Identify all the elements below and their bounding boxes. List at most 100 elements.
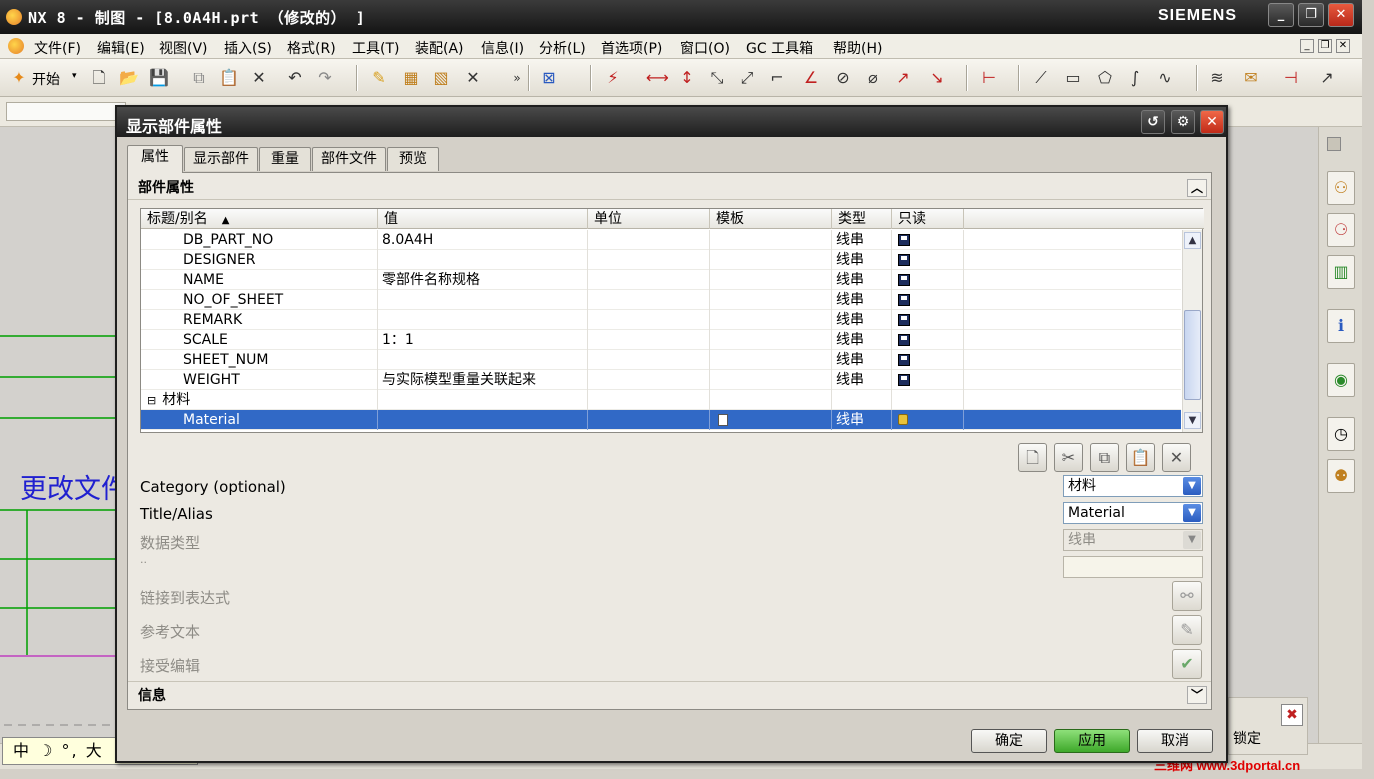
scroll-down-icon[interactable]: ▼ xyxy=(1184,412,1201,429)
table-row[interactable]: NO_OF_SHEET 线串 xyxy=(141,290,1181,310)
menu-analysis[interactable]: 分析(L) xyxy=(539,38,586,58)
col-readonly[interactable]: 只读 xyxy=(892,209,964,229)
new-attribute-button[interactable]: 🗋 xyxy=(1018,443,1047,472)
doc-close-icon[interactable]: ✕ xyxy=(1336,39,1350,53)
leader-icon[interactable]: ↗ xyxy=(1316,67,1338,89)
undo-icon[interactable]: ↶ xyxy=(284,67,306,89)
menu-format[interactable]: 格式(R) xyxy=(287,38,336,58)
link-expression-icon[interactable]: ⚯ xyxy=(1172,581,1202,611)
assembly-navigator-icon[interactable]: ⚇ xyxy=(1327,171,1355,205)
part-attributes-header[interactable]: 部件属性 ︿ xyxy=(128,176,1211,200)
reuse-library-icon[interactable]: ▥ xyxy=(1327,255,1355,289)
redo-icon[interactable]: ↷ xyxy=(314,67,336,89)
new-file-icon[interactable]: 🗋 xyxy=(88,67,110,89)
menu-edit[interactable]: 编辑(E) xyxy=(97,38,145,58)
radius-dim-icon[interactable]: ↗ xyxy=(892,67,914,89)
polygon-icon[interactable]: ⬠ xyxy=(1094,67,1116,89)
table-row[interactable]: SCALE 1：1 线串 xyxy=(141,330,1181,350)
horizontal-dim-icon[interactable]: ⟷ xyxy=(646,67,669,89)
minimize-button[interactable]: _ xyxy=(1268,3,1294,27)
rectangle-icon[interactable]: ▭ xyxy=(1062,67,1084,89)
tab-part-file[interactable]: 部件文件 xyxy=(312,147,386,171)
menu-file[interactable]: 文件(F) xyxy=(34,38,81,58)
spline-icon[interactable]: ∫ xyxy=(1124,67,1146,89)
cut-button[interactable]: ✂ xyxy=(1054,443,1083,472)
vertical-dim-icon[interactable]: ↕ xyxy=(676,67,698,89)
dimension-auto-icon[interactable]: ⚡ xyxy=(602,67,624,89)
copy-icon[interactable]: ⧉ xyxy=(188,67,210,89)
table-scrollbar[interactable]: ▲ ▼ xyxy=(1182,230,1202,432)
paste-icon[interactable]: 📋 xyxy=(218,67,240,89)
menu-insert[interactable]: 插入(S) xyxy=(224,38,272,58)
chevron-down-icon[interactable]: ▼ xyxy=(1183,504,1201,522)
category-select[interactable]: 材料 ▼ xyxy=(1063,475,1203,497)
menu-preferences[interactable]: 首选项(P) xyxy=(601,38,662,58)
doc-minimize-icon[interactable]: _ xyxy=(1300,39,1314,53)
col-type[interactable]: 类型 xyxy=(832,209,892,229)
delete-icon[interactable]: ✕ xyxy=(248,67,270,89)
cylinder-dim-icon[interactable]: ⊘ xyxy=(832,67,854,89)
menu-gc-toolbox[interactable]: GC 工具箱 xyxy=(746,38,813,58)
col-value[interactable]: 值 xyxy=(378,209,588,229)
info-section-header[interactable]: 信息 ﹀ xyxy=(128,681,1211,709)
chevron-down-icon[interactable]: ▼ xyxy=(1183,531,1201,549)
menu-tools[interactable]: 工具(T) xyxy=(352,38,399,58)
expand-down-icon[interactable]: ﹀ xyxy=(1187,686,1207,704)
col-unit[interactable]: 单位 xyxy=(588,209,710,229)
start-button[interactable]: 开始 xyxy=(32,69,60,89)
start-dropdown-icon[interactable]: ▾ xyxy=(72,71,77,81)
doc-restore-icon[interactable]: ❐ xyxy=(1318,39,1332,53)
delete-button[interactable]: ✕ xyxy=(1162,443,1191,472)
save-icon[interactable]: 💾 xyxy=(148,67,170,89)
table-row[interactable]: WEIGHT 与实际模型重量关联起来 线串 xyxy=(141,370,1181,390)
chamfer-dim-icon[interactable]: ⌐ xyxy=(766,67,788,89)
accept-edit-check-icon[interactable]: ✔ xyxy=(1172,649,1202,679)
copy-button[interactable]: ⧉ xyxy=(1090,443,1119,472)
title-alias-select[interactable]: Material ▼ xyxy=(1063,502,1203,524)
apply-button[interactable]: 应用 xyxy=(1054,729,1130,753)
cancel-button[interactable]: 取消 xyxy=(1137,729,1213,753)
value-input[interactable] xyxy=(1063,556,1203,578)
curve-icon[interactable]: ∿ xyxy=(1154,67,1176,89)
settings-gear-icon[interactable]: ⚙ xyxy=(1171,110,1195,134)
table-row[interactable]: DB_PART_NO 8.0A4H 线串 xyxy=(141,230,1181,250)
reset-icon[interactable]: ↺ xyxy=(1141,110,1165,134)
sketch-icon[interactable]: ✎ xyxy=(368,67,390,89)
filter-input[interactable] xyxy=(6,102,126,121)
perpendicular-dim-icon[interactable]: ⤢ xyxy=(736,67,758,89)
chevron-down-icon[interactable]: ▼ xyxy=(1183,477,1201,495)
open-folder-icon[interactable]: 📂 xyxy=(118,67,140,89)
tab-displayed-part[interactable]: 显示部件 xyxy=(184,147,258,171)
tab-properties[interactable]: 属性 xyxy=(127,145,183,173)
start-icon[interactable]: ✦ xyxy=(8,67,30,89)
part-navigator-icon[interactable]: ⚆ xyxy=(1327,213,1355,247)
fit-view-icon[interactable]: ⊠ xyxy=(538,67,560,89)
menu-info[interactable]: 信息(I) xyxy=(481,38,524,58)
reference-text-icon[interactable]: ✎ xyxy=(1172,615,1202,645)
col-template[interactable]: 模板 xyxy=(710,209,832,229)
menu-help[interactable]: 帮助(H) xyxy=(833,38,882,58)
menu-window[interactable]: 窗口(O) xyxy=(680,38,730,58)
snap-icon[interactable]: ▧ xyxy=(430,67,452,89)
line-icon[interactable]: ⟋ xyxy=(1030,67,1052,89)
tree-collapse-icon[interactable]: ⊟ xyxy=(147,394,156,407)
panel-pin-icon[interactable] xyxy=(1327,137,1341,151)
ordinate-dim-icon[interactable]: ⊢ xyxy=(978,67,1000,89)
overflow-icon[interactable]: » xyxy=(506,67,528,89)
ok-button[interactable]: 确定 xyxy=(971,729,1047,753)
info-feed-icon[interactable]: ℹ xyxy=(1327,309,1355,343)
close-lock-icon[interactable]: ✖ xyxy=(1281,704,1303,726)
history-icon[interactable]: ◷ xyxy=(1327,417,1355,451)
hatch-icon[interactable]: ≋ xyxy=(1206,67,1228,89)
break-icon[interactable]: ⊣ xyxy=(1280,67,1302,89)
close-app-button[interactable]: ✕ xyxy=(1328,3,1354,27)
scroll-up-icon[interactable]: ▲ xyxy=(1184,232,1201,249)
scroll-thumb[interactable] xyxy=(1184,310,1201,400)
dialog-close-button[interactable]: ✕ xyxy=(1200,110,1224,134)
tab-weight[interactable]: 重量 xyxy=(259,147,311,171)
paste-button[interactable]: 📋 xyxy=(1126,443,1155,472)
tab-preview[interactable]: 预览 xyxy=(387,147,439,171)
menu-assembly[interactable]: 装配(A) xyxy=(415,38,464,58)
radius-center-dim-icon[interactable]: ↘ xyxy=(926,67,948,89)
roles-icon[interactable]: ⚉ xyxy=(1327,459,1355,493)
